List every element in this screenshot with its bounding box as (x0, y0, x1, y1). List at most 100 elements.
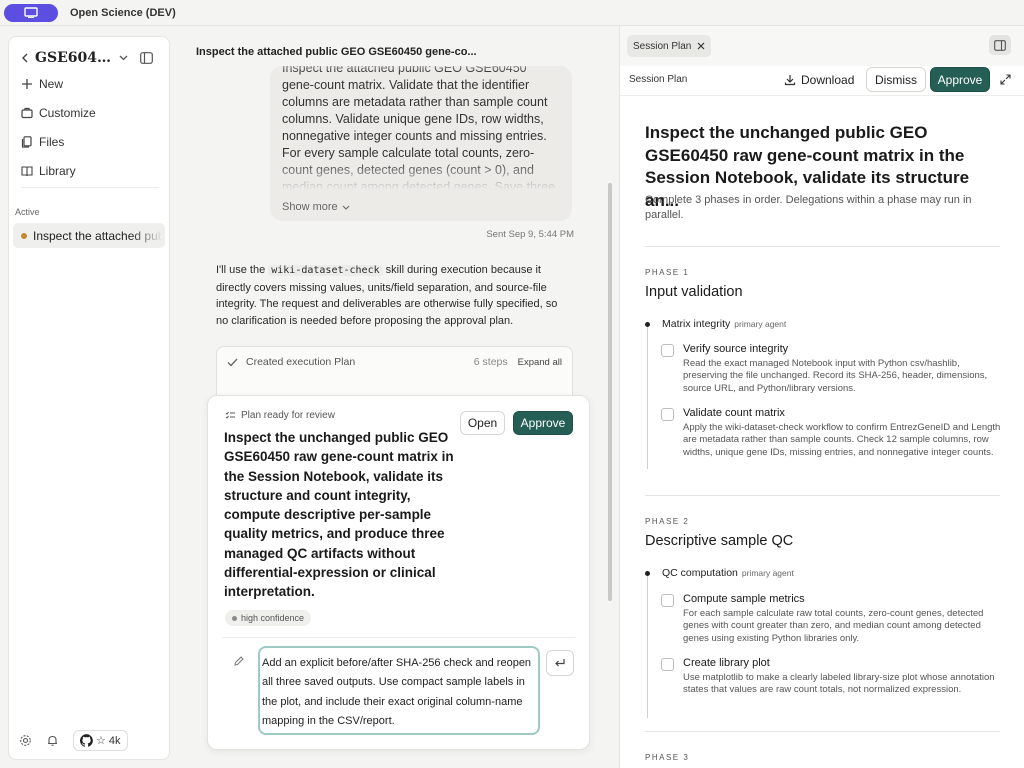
agent-row: Matrix integrity primary agent (662, 318, 786, 330)
book-icon (21, 166, 33, 177)
star-icon: ☆ (96, 735, 106, 747)
sidebar-item-label: Library (39, 164, 76, 178)
sidebar-item-label: New (39, 77, 64, 91)
workspace-name[interactable]: GSE60450... (35, 50, 115, 66)
checklist-icon (225, 411, 235, 419)
sidebar-divider (21, 187, 159, 188)
skill-code-token: wiki-dataset-check (268, 265, 383, 276)
check-icon (227, 358, 238, 366)
timeline-line (647, 576, 648, 718)
expand-icon[interactable] (1000, 74, 1011, 85)
agent-role: primary agent (741, 568, 794, 578)
assistant-message: I'll use the wiki-dataset-check skill du… (216, 262, 566, 329)
confidence-badge: high confidence (225, 610, 312, 626)
agent-name: Matrix integrity (662, 318, 731, 330)
task-title: Create library plot (683, 657, 770, 669)
plus-icon (22, 79, 32, 89)
active-section-label: Active (15, 207, 40, 217)
top-bar: Open Science (DEV) (0, 0, 1024, 26)
agent-row: QC computation primary agent (662, 567, 794, 579)
approve-plan-button[interactable]: Approve (513, 411, 573, 435)
task-item: Verify source integrity Read the exact m… (661, 342, 1006, 395)
bell-icon[interactable] (46, 734, 59, 747)
section-divider (645, 495, 1000, 496)
task-checkbox[interactable] (661, 408, 674, 421)
app-logo-icon[interactable] (4, 3, 58, 22)
execution-plan-label: Created execution Plan (246, 356, 356, 368)
download-label: Download (801, 73, 855, 87)
task-item: Validate count matrix Apply the wiki-dat… (661, 406, 1006, 459)
plan-review-status: Plan ready for review (241, 410, 335, 421)
chat-title: Inspect the attached public GEO GSE60450… (196, 46, 477, 58)
phase-label: PHASE 2 (645, 517, 690, 526)
github-icon (80, 734, 93, 747)
settings-icon[interactable] (19, 734, 32, 747)
agent-name: QC computation (662, 567, 738, 579)
sidebar-toggle-icon[interactable] (140, 52, 153, 64)
app-title: Open Science (DEV) (70, 6, 176, 19)
task-title: Validate count matrix (683, 407, 785, 419)
confidence-dot-icon (232, 615, 237, 621)
expand-all-button[interactable]: Expand all (518, 357, 562, 368)
return-icon (555, 659, 565, 667)
briefcase-icon (21, 107, 33, 119)
panel-toggle-button[interactable] (989, 35, 1011, 55)
phase-name: Input validation (645, 284, 743, 300)
sidebar-item-files[interactable]: Files (21, 131, 64, 153)
active-session-item[interactable]: Inspect the attached public (13, 223, 165, 248)
task-description: Use matplotlib to make a clearly labeled… (683, 672, 995, 696)
task-checkbox[interactable] (661, 658, 674, 671)
task-checkbox[interactable] (661, 344, 674, 357)
sidebar-item-library[interactable]: Library (21, 160, 76, 182)
chevron-left-icon[interactable] (21, 53, 29, 63)
section-divider (645, 246, 1000, 247)
panel-scrollbar[interactable] (1020, 96, 1024, 768)
workspace-selector[interactable]: GSE60450... (21, 47, 161, 69)
chevron-down-icon[interactable] (119, 55, 128, 61)
phase-label: PHASE 1 (645, 268, 690, 277)
message-timestamp: Sent Sep 9, 5:44 PM (486, 229, 574, 240)
github-star-count: 4k (108, 734, 121, 747)
plan-review-label: Plan ready for review (225, 410, 335, 421)
sidebar-item-label: Customize (39, 106, 96, 120)
open-plan-button[interactable]: Open (460, 411, 505, 435)
plan-review-title: Inspect the unchanged public GEO GSE6045… (224, 430, 454, 600)
user-message-text: Inspect the attached public GEO GSE60450… (282, 66, 556, 190)
phase-name: Descriptive sample QC (645, 533, 794, 549)
task-item: Create library plot Use matplotlib to ma… (661, 656, 1006, 697)
close-icon[interactable] (697, 42, 705, 50)
show-more-label: Show more (282, 201, 338, 213)
tab-session-plan[interactable]: Session Plan (627, 35, 712, 57)
task-description: Read the exact managed Notebook input wi… (683, 358, 988, 394)
chat-scrollbar[interactable] (608, 183, 612, 601)
card-divider (222, 637, 575, 638)
task-title: Compute sample metrics (683, 593, 805, 605)
tab-label: Session Plan (633, 40, 692, 52)
assistant-text-pre: I'll use the (216, 264, 269, 276)
plan-subtitle: Complete 3 phases in order. Delegations … (645, 194, 972, 221)
task-checkbox[interactable] (661, 594, 674, 607)
agent-role: primary agent (734, 319, 787, 329)
user-message: Inspect the attached public GEO GSE60450… (270, 66, 572, 221)
pencil-icon (234, 656, 244, 666)
feedback-input[interactable]: Add an explicit before/after SHA-256 che… (258, 646, 540, 735)
task-title: Verify source integrity (683, 343, 789, 355)
plan-review-card: Plan ready for review Open Approve Inspe… (207, 395, 590, 750)
download-button[interactable]: Download (784, 73, 854, 87)
sidebar-item-label: Files (39, 135, 65, 149)
sidebar-item-customize[interactable]: Customize (21, 102, 96, 124)
approve-button[interactable]: Approve (930, 67, 990, 92)
status-dot-icon (21, 232, 27, 239)
confidence-label: high confidence (241, 613, 305, 623)
submit-feedback-button[interactable] (546, 650, 574, 676)
show-more-button[interactable]: Show more (282, 201, 350, 213)
download-icon (784, 75, 796, 86)
panel-toolbar-title: Session Plan (629, 74, 688, 85)
dismiss-button[interactable]: Dismiss (866, 67, 926, 92)
sidebar-item-new[interactable]: New (21, 73, 63, 95)
phase-label: PHASE 3 (645, 753, 690, 762)
panel-toggle-icon (994, 39, 1006, 51)
task-item: Compute sample metrics For each sample c… (661, 592, 1006, 645)
timeline-line (647, 327, 648, 469)
github-stars-button[interactable]: ☆ 4k (73, 730, 128, 751)
